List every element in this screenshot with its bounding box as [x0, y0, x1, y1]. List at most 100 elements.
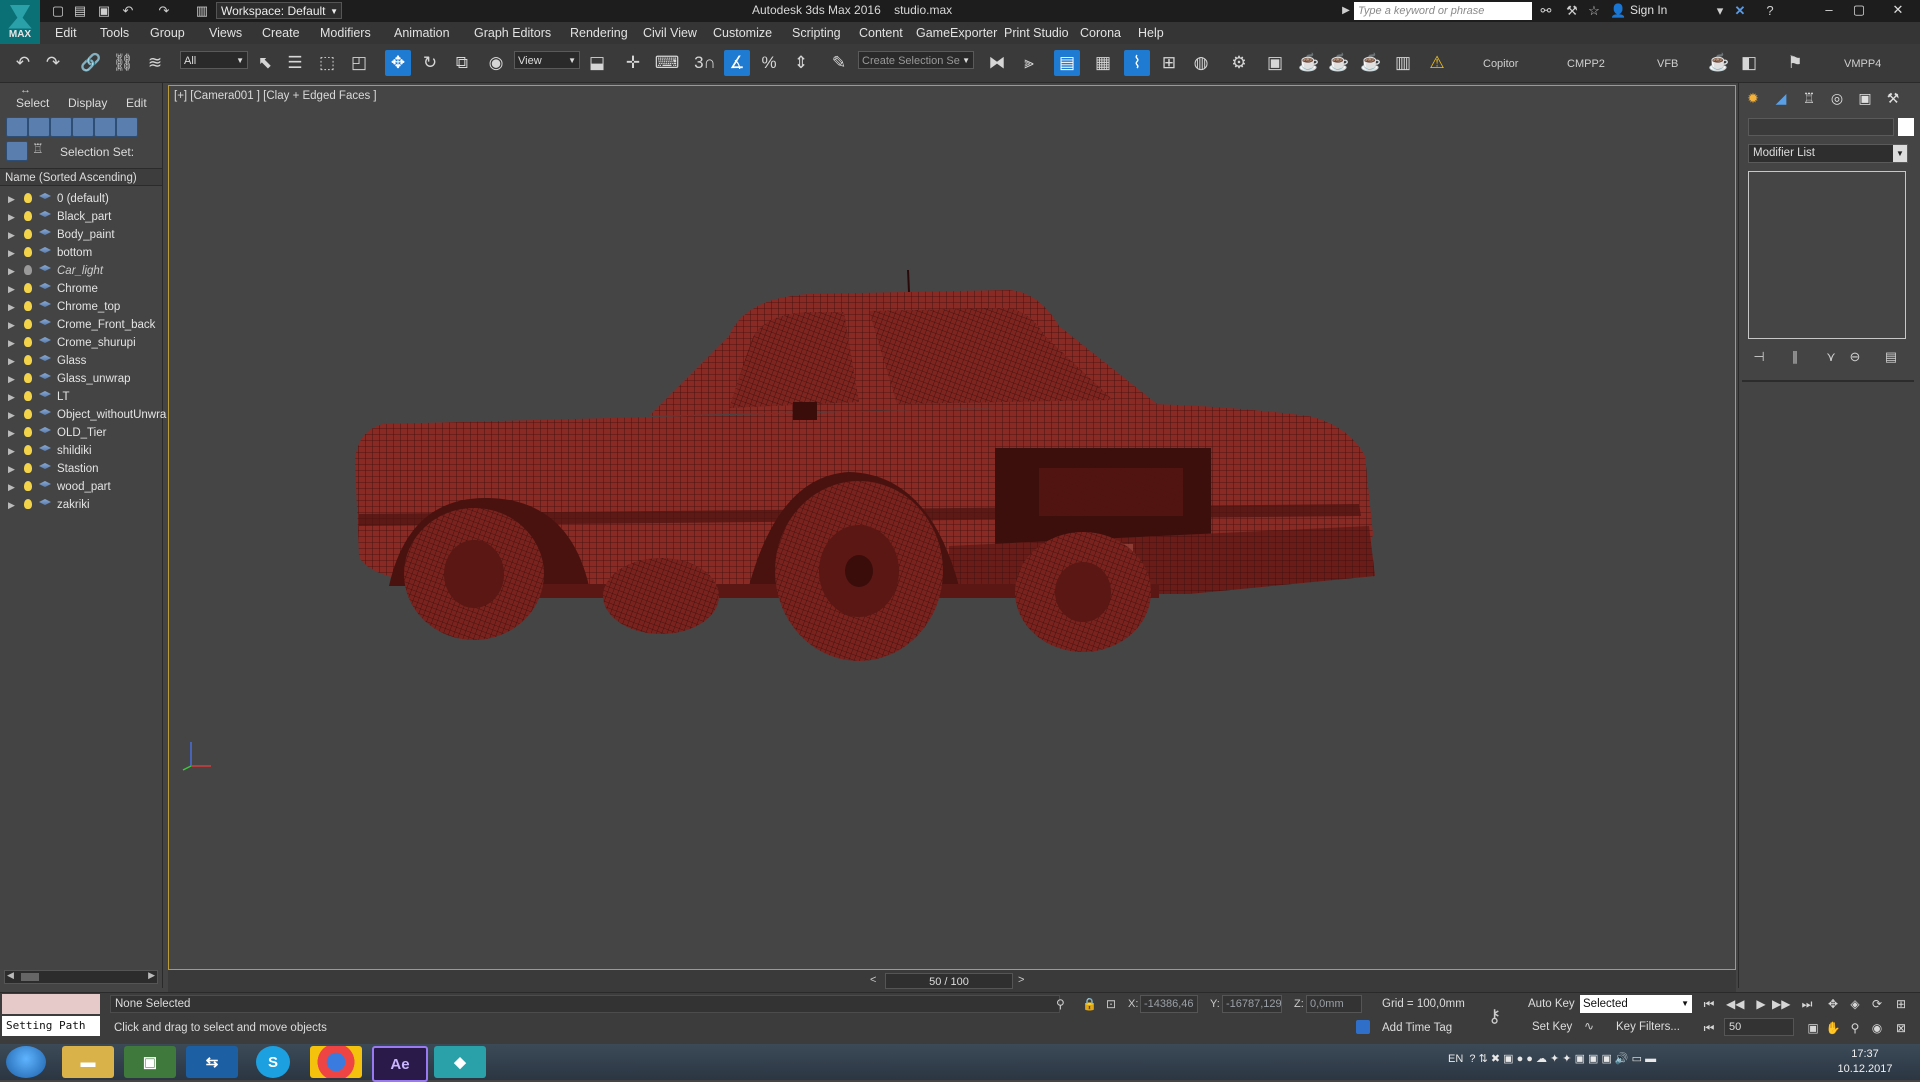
render-frame-icon[interactable]: ▥ [1390, 50, 1416, 76]
set-key-icon[interactable]: ⚷ [1488, 1006, 1501, 1027]
select-and-rotate-icon[interactable]: ↻ [417, 50, 443, 76]
layer-visibility-bulb-icon[interactable] [24, 283, 32, 293]
expand-arrow-icon[interactable]: ▶ [8, 424, 15, 442]
auto-key-button[interactable]: Auto Key [1528, 998, 1575, 1010]
expand-arrow-icon[interactable]: ▶ [8, 442, 15, 460]
isolate-selection-icon[interactable]: ⚲ [1056, 997, 1065, 1011]
next-frame-icon[interactable]: ▶▶ [1772, 996, 1790, 1012]
after-effects-icon[interactable]: Ae [372, 1046, 428, 1082]
setting-path-field[interactable]: Setting Path [2, 1016, 100, 1036]
layer-row[interactable]: ▶ 0 (default) [4, 190, 160, 208]
3dsmax-taskbar-icon[interactable]: ◆ [434, 1046, 486, 1078]
expand-arrow-icon[interactable]: ▶ [8, 316, 15, 334]
angle-snap-icon[interactable]: ∡ [724, 50, 750, 76]
mirror-icon[interactable]: ⧓ [984, 50, 1010, 76]
layer-visibility-bulb-icon[interactable] [24, 409, 32, 419]
menu-create[interactable]: Create [262, 26, 300, 40]
snaps-toggle-icon[interactable]: 3∩ [692, 50, 718, 76]
motion-tab-icon[interactable]: ◎ [1826, 88, 1848, 108]
tab-display[interactable]: Display [68, 96, 107, 110]
warning-icon[interactable]: ⚠ [1424, 50, 1450, 76]
layer-row[interactable]: ▶ Chrome [4, 280, 160, 298]
toggle-ribbon-icon[interactable]: ▦ [1090, 50, 1116, 76]
render-setup-icon[interactable]: ⚙ [1226, 50, 1252, 76]
expand-arrow-icon[interactable]: ▶ [8, 226, 15, 244]
camera-viewport[interactable] [168, 85, 1736, 970]
display-shapes-icon[interactable] [28, 117, 50, 137]
layer-row[interactable]: ▶ shildiki [4, 442, 160, 460]
schematic-view-icon[interactable]: ⊞ [1156, 50, 1182, 76]
layer-visibility-bulb-icon[interactable] [24, 301, 32, 311]
horizontal-scrollbar[interactable]: ◀ ▶ [4, 970, 158, 984]
plugin-cmpp2[interactable]: CMPP2 [1567, 58, 1605, 70]
expand-arrow-icon[interactable]: ▶ [8, 388, 15, 406]
select-and-scale-icon[interactable]: ⧉ [449, 50, 475, 76]
layer-row[interactable]: ▶ Chrome_top [4, 298, 160, 316]
key-mode-toggle-icon[interactable]: ⏮ [1700, 1020, 1718, 1036]
project-folder-icon[interactable]: ▥ [194, 3, 210, 19]
display-spacewarps-icon[interactable] [116, 117, 138, 137]
sign-in-link[interactable]: Sign In [1630, 3, 1667, 17]
scroll-left-icon[interactable]: ◀ [7, 970, 14, 981]
object-color-swatch[interactable] [1898, 118, 1914, 136]
add-time-tag-button[interactable]: Add Time Tag [1382, 1022, 1452, 1034]
help-icon[interactable]: ? [1762, 3, 1778, 19]
menu-views[interactable]: Views [209, 26, 242, 40]
reference-coordinate-dropdown[interactable]: View ▼ [514, 51, 580, 69]
select-by-name-icon[interactable]: ☰ [282, 50, 308, 76]
file-explorer-icon[interactable]: ▬ [62, 1046, 114, 1078]
time-tag-icon[interactable] [1356, 1020, 1370, 1034]
open-file-icon[interactable]: ▤ [72, 3, 88, 19]
display-helpers-icon[interactable] [94, 117, 116, 137]
user-icon[interactable]: 👤 [1610, 3, 1626, 19]
select-and-move-icon[interactable]: ✥ [385, 50, 411, 76]
redo-icon[interactable]: ↷ [156, 3, 172, 19]
close-button[interactable]: ✕ [1878, 0, 1918, 20]
render-settings-icon[interactable]: ◧ [1736, 50, 1762, 76]
pan-icon[interactable]: ✋ [1824, 1020, 1842, 1036]
named-selection-sets-dropdown[interactable]: Create Selection Se ▼ [858, 51, 974, 69]
start-button[interactable] [6, 1046, 46, 1078]
menu-customize[interactable]: Customize [713, 26, 772, 40]
key-filters-button[interactable]: Key Filters... [1616, 1021, 1680, 1033]
window-crossing-icon[interactable]: ◰ [346, 50, 372, 76]
plugin-copitor[interactable]: Copitor [1483, 58, 1518, 70]
menu-rendering[interactable]: Rendering [570, 26, 628, 40]
dolly-icon[interactable]: ◉ [1868, 1020, 1886, 1036]
layer-row[interactable]: ▶ OLD_Tier [4, 424, 160, 442]
layer-visibility-bulb-icon[interactable] [24, 193, 32, 203]
display-tab-icon[interactable]: ▣ [1854, 88, 1876, 108]
time-next-icon[interactable]: > [1018, 974, 1024, 986]
go-to-end-icon[interactable]: ⏭ [1798, 996, 1816, 1012]
previous-frame-icon[interactable]: ◀◀ [1726, 996, 1744, 1012]
time-prev-icon[interactable]: < [870, 974, 876, 986]
undo-icon[interactable]: ↶ [120, 3, 136, 19]
system-clock[interactable]: 17:37 10.12.2017 [1830, 1047, 1900, 1077]
layer-row[interactable]: ▶ Glass_unwrap [4, 370, 160, 388]
manipulate-icon[interactable]: ✛ [620, 50, 646, 76]
selection-lock-icon[interactable]: 🔒 [1082, 997, 1097, 1011]
play-icon[interactable]: ▶ [1752, 996, 1770, 1012]
object-name-field[interactable] [1748, 118, 1894, 136]
remote-app-icon[interactable]: ▣ [124, 1046, 176, 1078]
layer-row[interactable]: ▶ Crome_shurupi [4, 334, 160, 352]
layer-visibility-bulb-icon[interactable] [24, 211, 32, 221]
maximize-button[interactable]: ▢ [1844, 0, 1874, 20]
layer-row[interactable]: ▶ wood_part [4, 478, 160, 496]
expand-arrow-icon[interactable]: ▶ [8, 406, 15, 424]
layer-visibility-bulb-icon[interactable] [24, 247, 32, 257]
layer-row[interactable]: ▶ Stastion [4, 460, 160, 478]
flag-icon[interactable]: ⚑ [1782, 50, 1808, 76]
expand-arrow-icon[interactable]: ▶ [8, 478, 15, 496]
binoculars-icon[interactable]: ⚯ [1538, 3, 1554, 19]
minimize-button[interactable]: – [1814, 0, 1844, 20]
display-lights-icon[interactable] [50, 117, 72, 137]
plugin-vfb[interactable]: VFB [1657, 58, 1678, 70]
tab-edit[interactable]: Edit [126, 96, 147, 110]
maxscript-listener-mini[interactable] [2, 994, 100, 1014]
layer-visibility-bulb-icon[interactable] [24, 463, 32, 473]
maximize-toggle-icon[interactable]: ⊠ [1892, 1020, 1910, 1036]
layer-visibility-bulb-icon[interactable] [24, 355, 32, 365]
tab-select[interactable]: Select [16, 96, 49, 110]
teapot-render-icon[interactable]: ☕ [1706, 50, 1732, 76]
